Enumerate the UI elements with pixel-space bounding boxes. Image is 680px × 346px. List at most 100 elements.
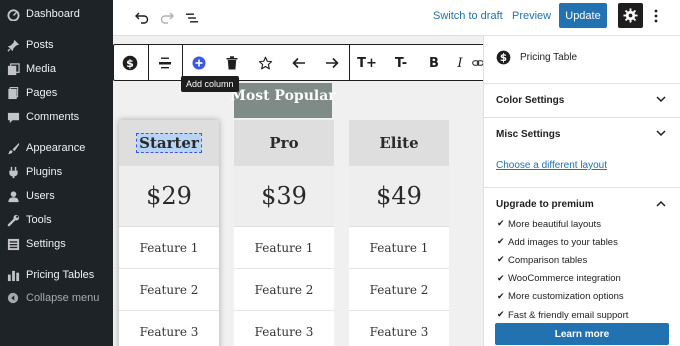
pricing-column-starter[interactable]: Starter $29 Feature 1 Feature 2 Feature … [119,120,219,346]
panel-title: Color Settings [496,95,565,106]
check-icon: ✔ [497,237,505,248]
feature-row[interactable]: Feature 2 [234,269,334,311]
feature-row[interactable]: Feature 2 [349,269,449,311]
list-item: ✔ WooCommerce integration [497,273,621,285]
check-icon: ✔ [497,310,505,321]
svg-text:$: $ [500,52,507,64]
color-settings-panel[interactable]: Color Settings [484,83,680,117]
menu-tools[interactable]: Tools [0,209,113,231]
collapse-menu[interactable]: Collapse menu [0,287,113,309]
plan-price[interactable]: $39 [234,165,334,227]
switch-to-draft-link[interactable]: Switch to draft [433,10,503,22]
highlight-column-button[interactable] [254,53,276,73]
move-right-button[interactable] [321,53,343,73]
italic-button[interactable]: I [449,53,471,73]
menu-settings[interactable]: Settings [0,233,113,255]
menu-plugins[interactable]: Plugins [0,161,113,183]
chevron-up-icon[interactable] [656,200,666,207]
align-icon [159,57,171,69]
pricing-column-pro[interactable]: Pro $39 Feature 1 Feature 2 Feature 3 [234,120,334,346]
block-settings-sidebar: $ Pricing Table Color Settings Misc Sett… [483,36,680,346]
collapse-menu-label: Collapse menu [26,292,100,304]
star-icon [258,56,272,69]
panel-title[interactable]: Upgrade to premium [496,199,594,210]
chevron-down-icon [656,96,666,103]
bold-button[interactable]: B [423,53,445,73]
settings-icon [6,237,20,251]
preview-link[interactable]: Preview [512,10,551,22]
learn-more-button[interactable]: Learn more [495,323,669,345]
menu-pages-label: Pages [26,87,58,99]
menu-tools-label: Tools [26,214,52,226]
plan-price[interactable]: $29 [119,165,219,227]
list-item: ✔ More beautiful layouts [497,218,601,230]
feature-row[interactable]: Feature 1 [349,227,449,269]
menu-pricing-tables[interactable]: Pricing Tables [0,264,113,286]
chevron-down-icon [656,130,666,137]
check-icon: ✔ [497,255,505,266]
media-icon [6,62,20,76]
pricing-column-elite[interactable]: Elite $49 Feature 1 Feature 2 Feature 3 [349,120,449,346]
add-column-button[interactable] [188,53,210,73]
plan-price[interactable]: $49 [349,165,449,227]
menu-pages[interactable]: Pages [0,82,113,104]
bar-chart-icon [6,268,20,282]
plan-name[interactable]: Starter [136,132,202,153]
menu-media-label: Media [26,63,56,75]
page-icon [6,86,20,100]
check-icon: ✔ [497,219,505,230]
align-button[interactable] [154,53,176,73]
settings-toggle-button[interactable] [618,3,643,28]
feature-row[interactable]: Feature 1 [119,227,219,269]
block-type-button[interactable]: $ [119,53,141,73]
choose-layout-link[interactable]: Choose a different layout [496,160,607,171]
menu-media[interactable]: Media [0,58,113,80]
delete-column-button[interactable] [221,53,243,73]
menu-comments-label: Comments [26,111,80,123]
arrow-right-icon [326,57,339,69]
premium-feature-list: ✔ More beautiful layouts ✔ Add images to y… [497,215,628,324]
toolbar-divider [148,45,149,80]
editor-header: Switch to draft Preview Update [113,0,680,36]
update-button[interactable]: Update [559,3,607,28]
list-item: ✔ Comparison tables [497,254,588,266]
trash-icon [226,56,238,70]
svg-text:$: $ [126,57,134,70]
block-title: Pricing Table [520,52,578,63]
more-options-icon[interactable] [649,5,663,27]
menu-dashboard[interactable]: Dashboard [0,3,113,25]
plan-name[interactable]: Pro [234,120,334,165]
column-heading[interactable]: Starter [119,120,219,165]
pin-icon [6,38,20,52]
comment-icon [6,110,20,124]
feature-row[interactable]: Feature 3 [349,311,449,346]
menu-users[interactable]: Users [0,185,113,207]
plus-circle-icon [192,56,206,70]
plug-icon [6,165,20,179]
menu-posts[interactable]: Posts [0,34,113,56]
menu-plugins-label: Plugins [26,166,63,178]
most-popular-badge[interactable]: Most Popular [230,83,336,118]
feature-row[interactable]: Feature 3 [234,311,334,346]
menu-users-label: Users [26,190,55,202]
menu-appearance[interactable]: Appearance [0,137,113,159]
menu-comments[interactable]: Comments [0,106,113,128]
increase-text-button[interactable]: T+ [356,53,378,73]
redo-icon[interactable] [156,7,178,29]
check-icon: ✔ [497,273,505,284]
misc-settings-panel[interactable]: Misc Settings [484,117,680,187]
user-icon [6,189,20,203]
feature-row[interactable]: Feature 1 [234,227,334,269]
move-left-button[interactable] [288,53,310,73]
decrease-text-button[interactable]: T- [390,53,412,73]
feature-row[interactable]: Feature 2 [119,269,219,311]
list-view-icon[interactable] [181,7,203,29]
plan-name[interactable]: Elite [349,120,449,165]
collapse-icon [6,291,20,305]
dashboard-icon [6,7,20,21]
admin-sidebar: Dashboard Posts Media Pages Comments App… [0,0,113,346]
list-item: ✔ Add images to your tables [497,236,618,248]
undo-icon[interactable] [131,7,153,29]
menu-settings-label: Settings [26,238,66,250]
feature-row[interactable]: Feature 3 [119,311,219,346]
